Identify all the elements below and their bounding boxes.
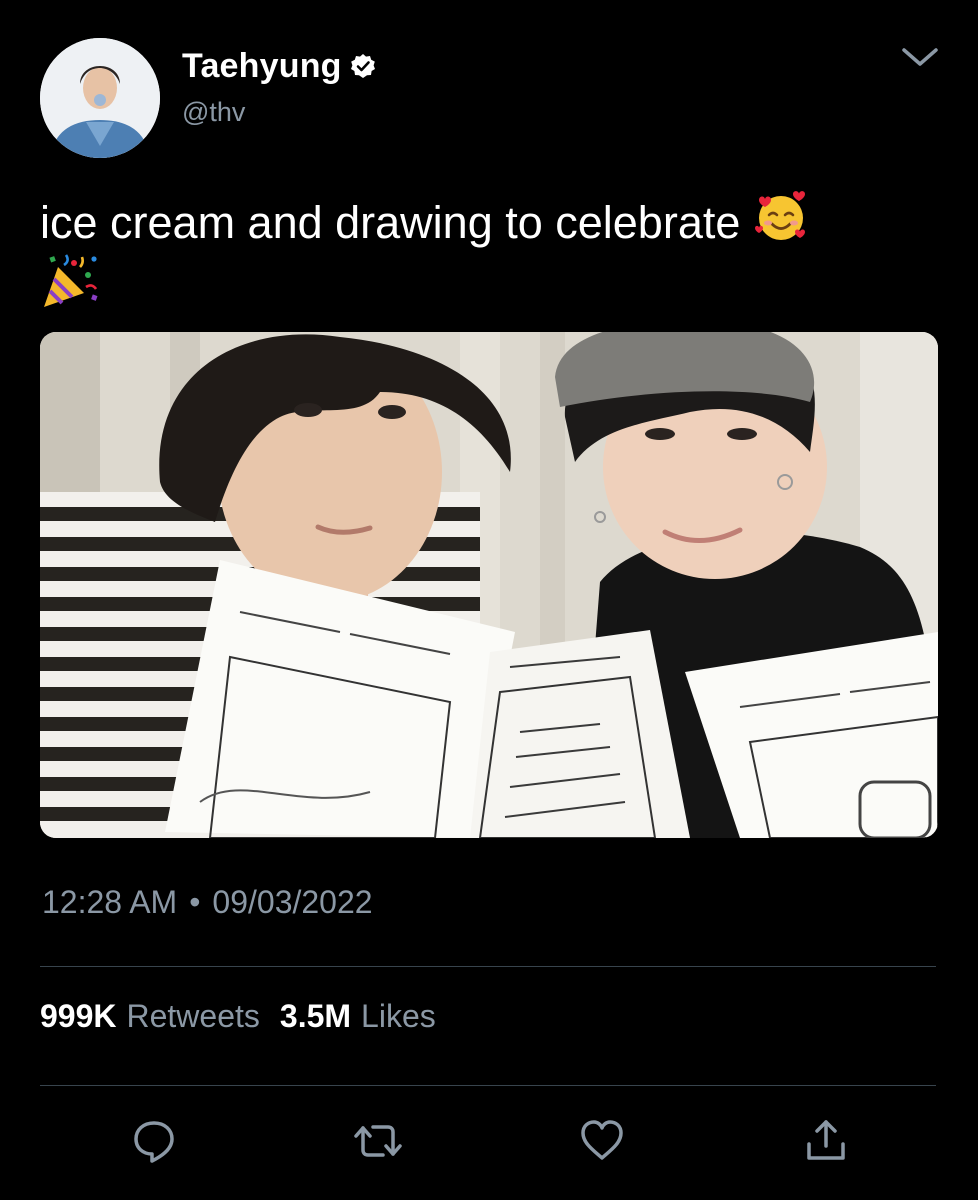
divider [40,1085,936,1086]
tweet-timestamp[interactable]: 12:28 AM • 09/03/2022 [42,884,373,921]
verified-badge-icon [350,53,376,79]
tweet-photo[interactable] [40,332,938,838]
engagement-stats: 999K Retweets 3.5M Likes [40,998,456,1035]
avatar[interactable] [40,38,160,158]
share-icon[interactable] [801,1116,851,1166]
retweet-icon[interactable] [353,1116,403,1166]
tweet-text-content: ice cream and drawing to celebrate [40,197,741,248]
likes-count: 3.5M [279,998,352,1034]
likes-stat[interactable]: 3.5M Likes [280,998,436,1035]
display-name-row[interactable]: Taehyung [182,44,376,88]
likes-label: Likes [361,998,436,1034]
divider [40,966,936,967]
timestamp-separator: • [189,884,201,920]
display-name[interactable]: Taehyung [182,47,342,86]
tweet-action-bar [0,1116,978,1166]
tweet-time: 12:28 AM [42,884,178,920]
reply-icon[interactable] [129,1116,179,1166]
tweet-date: 09/03/2022 [212,884,373,920]
party-popper-icon [40,251,100,311]
retweets-label: Retweets [126,998,260,1034]
retweets-stat[interactable]: 999K Retweets [40,998,260,1035]
retweets-count: 999K [40,998,117,1034]
tweet-text: ice cream and drawing to celebrate [40,188,940,318]
like-icon[interactable] [577,1116,627,1166]
chevron-down-icon[interactable] [898,40,942,74]
user-handle[interactable]: @thv [182,97,245,128]
smiling-face-with-hearts-icon [753,188,809,244]
